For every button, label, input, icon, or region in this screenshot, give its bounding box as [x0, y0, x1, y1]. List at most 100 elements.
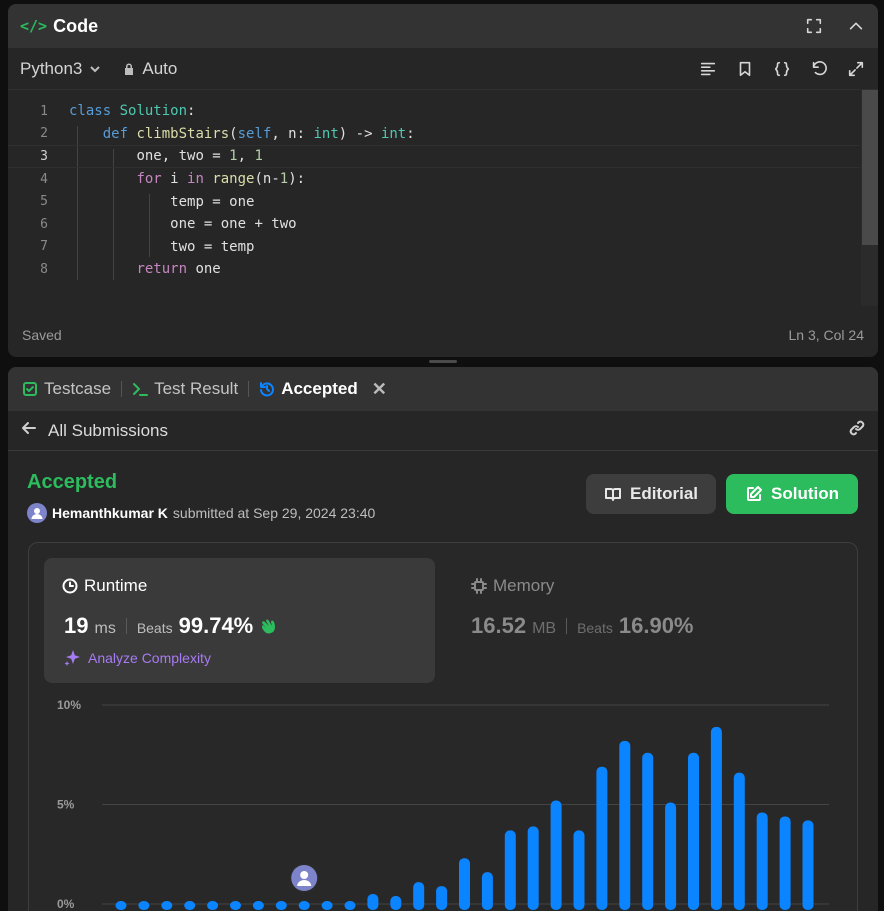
- chart-bar[interactable]: [481, 872, 493, 910]
- code-token: one = one + two: [170, 216, 297, 233]
- lock-icon: [125, 63, 134, 75]
- line-number: 7: [40, 239, 48, 255]
- chart-bar[interactable]: [573, 830, 585, 910]
- line-number: 3: [40, 148, 48, 164]
- code-token: 1: [229, 148, 238, 165]
- code-line: 4 for i in range(n-1):: [8, 168, 860, 191]
- book-open-icon: [604, 488, 621, 501]
- chart-bar[interactable]: [344, 901, 356, 910]
- edit-icon: [747, 486, 762, 501]
- submission-subheader: All Submissions: [8, 411, 878, 451]
- user-position-marker[interactable]: [289, 863, 320, 893]
- chart-bar[interactable]: [665, 802, 677, 910]
- line-number: 5: [40, 194, 48, 210]
- all-submissions-link[interactable]: All Submissions: [48, 421, 168, 441]
- code-editor[interactable]: 1 class Solution: 2 def climbStairs(self…: [8, 90, 878, 306]
- terminal-icon: [133, 383, 149, 396]
- analyze-complexity-link[interactable]: Analyze Complexity: [64, 649, 211, 667]
- code-token: two = temp: [170, 238, 255, 255]
- chart-bar[interactable]: [436, 886, 448, 910]
- chart-bar[interactable]: [275, 901, 287, 910]
- memory-title[interactable]: Memory: [471, 576, 554, 596]
- link-icon[interactable]: [848, 419, 866, 442]
- checkbox-icon: [23, 382, 37, 396]
- tab-accepted[interactable]: Accepted ✕: [259, 379, 387, 400]
- editor-scrollbar[interactable]: [861, 90, 878, 306]
- chart-bar[interactable]: [527, 826, 539, 910]
- chart-bar[interactable]: [252, 901, 264, 910]
- chart-bar[interactable]: [138, 901, 150, 910]
- chart-bar[interactable]: [802, 820, 814, 910]
- chart-bar[interactable]: [367, 894, 379, 910]
- line-number: 4: [40, 171, 48, 187]
- chart-y-tick-label: 5%: [57, 798, 75, 812]
- back-arrow-icon[interactable]: [20, 419, 38, 442]
- chart-bar[interactable]: [504, 830, 516, 910]
- runtime-title: Runtime: [62, 576, 147, 596]
- chart-bar[interactable]: [184, 901, 196, 910]
- chart-bar[interactable]: [298, 901, 310, 910]
- chart-bar[interactable]: [390, 896, 402, 910]
- maximize-icon[interactable]: [804, 16, 824, 36]
- chart-bar[interactable]: [710, 726, 722, 910]
- result-tabs: Testcase Test Result Accepted ✕: [8, 367, 878, 411]
- code-token: int: [380, 125, 407, 142]
- tab-test-result[interactable]: Test Result: [132, 379, 238, 399]
- chart-bar[interactable]: [550, 800, 562, 910]
- bookmark-icon[interactable]: [735, 59, 755, 79]
- expand-icon[interactable]: [846, 59, 866, 79]
- format-icon[interactable]: [698, 59, 718, 79]
- avatar[interactable]: [27, 503, 47, 523]
- code-token: for: [136, 171, 162, 188]
- code-token: , n:: [271, 125, 314, 142]
- chart-bar[interactable]: [161, 901, 173, 910]
- chart-bar[interactable]: [115, 901, 127, 910]
- editorial-button-label: Editorial: [629, 484, 698, 503]
- runtime-value: 19: [64, 613, 89, 638]
- chart-bar[interactable]: [688, 752, 699, 910]
- chart-bar[interactable]: [642, 752, 654, 910]
- memory-stats: 16.52 MB Beats 16.90%: [471, 613, 694, 639]
- editorial-button[interactable]: Editorial: [586, 474, 716, 514]
- divider: [125, 618, 127, 634]
- runtime-unit: ms: [94, 620, 116, 637]
- chart-bar[interactable]: [413, 882, 425, 910]
- code-token: Solution: [119, 103, 188, 120]
- chart-bar[interactable]: [733, 772, 745, 910]
- chart-bar[interactable]: [756, 812, 768, 910]
- chart-bar[interactable]: [207, 901, 219, 910]
- reset-icon[interactable]: [809, 59, 829, 79]
- chart-bar[interactable]: [459, 858, 470, 910]
- line-number: 8: [40, 261, 48, 277]
- chart-bar[interactable]: [596, 766, 608, 910]
- code-token: self: [237, 125, 272, 142]
- code-line: 1 class Solution:: [8, 100, 860, 123]
- auto-mode-toggle[interactable]: Auto: [122, 59, 177, 79]
- line-number: 2: [40, 126, 48, 142]
- code-token: 1: [254, 148, 263, 165]
- runtime-distribution-chart[interactable]: 10% 5% 0%: [29, 683, 858, 911]
- code-token: in: [187, 171, 204, 188]
- code-line-current: 3 one, two = 1, 1: [8, 145, 860, 168]
- submitter-name[interactable]: Hemanthkumar K: [52, 505, 168, 521]
- solution-button-label: Solution: [771, 484, 839, 503]
- memory-beats-label: Beats: [577, 620, 613, 636]
- language-select[interactable]: Python3: [20, 59, 102, 79]
- runtime-box[interactable]: Runtime 19 ms Beats 99.74% Analyze Compl…: [44, 558, 435, 683]
- submitter-info: Hemanthkumar K submitted at Sep 29, 2024…: [27, 503, 375, 523]
- chart-bar[interactable]: [619, 740, 631, 910]
- braces-icon[interactable]: [772, 59, 792, 79]
- solution-button[interactable]: Solution: [726, 474, 858, 514]
- chart-bar[interactable]: [779, 816, 791, 910]
- panel-resize-handle[interactable]: [429, 360, 457, 363]
- chart-bar[interactable]: [321, 901, 333, 910]
- chart-bar[interactable]: [230, 901, 241, 910]
- close-icon[interactable]: ✕: [372, 379, 387, 400]
- runtime-stats: 19 ms Beats 99.74%: [64, 613, 279, 639]
- tab-testcase[interactable]: Testcase: [22, 379, 111, 399]
- editor-scrollbar-thumb[interactable]: [862, 90, 878, 245]
- code-token: i: [161, 171, 188, 188]
- chevron-up-icon[interactable]: [846, 16, 866, 36]
- tab-test-result-label: Test Result: [154, 379, 239, 398]
- chip-icon: [471, 578, 487, 594]
